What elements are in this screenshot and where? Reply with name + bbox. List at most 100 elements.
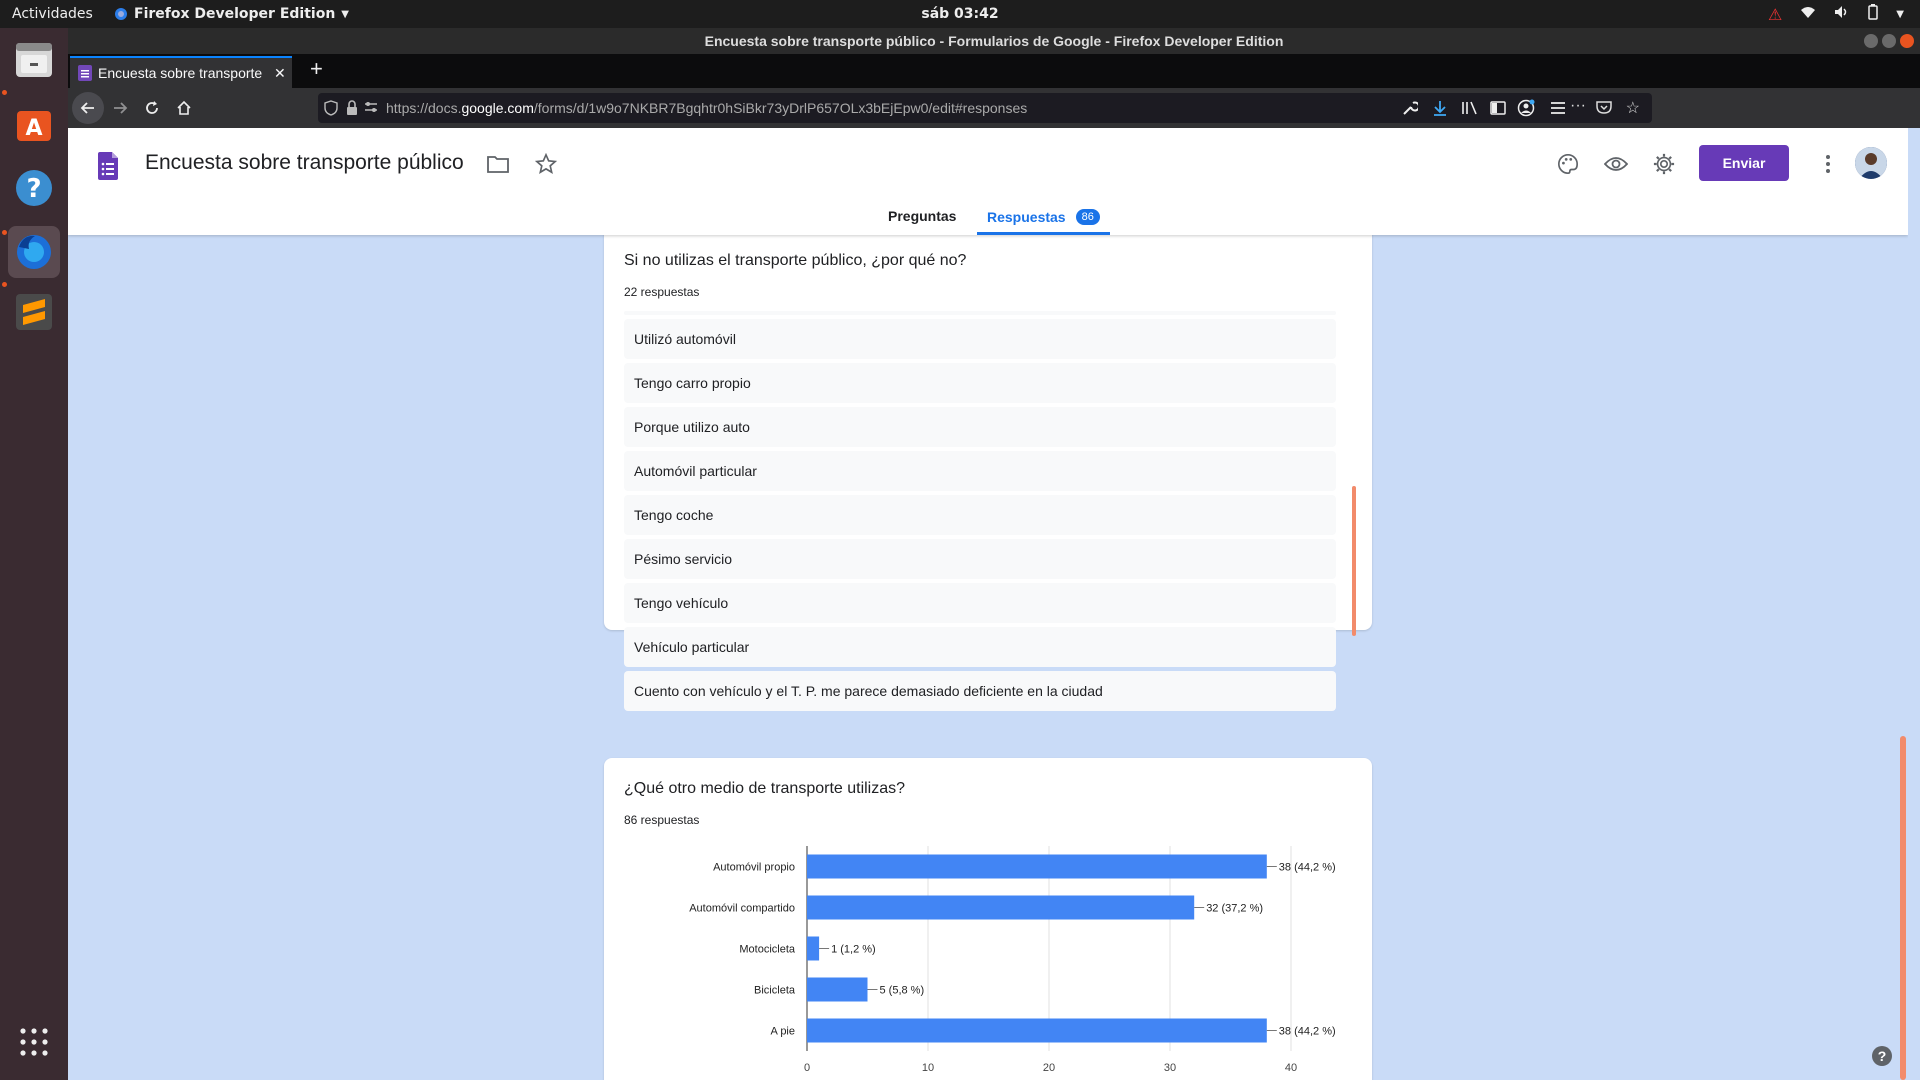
battery-icon[interactable] (1868, 4, 1879, 24)
more-options-button[interactable] (1808, 144, 1848, 184)
svg-text:A: A (25, 116, 42, 141)
pocket-icon[interactable] (1596, 100, 1612, 117)
bar-chart: 0 10 20 30 40 Automóvil propio 38 (44,2 %) Auto… (689, 846, 1336, 1074)
customize-theme-button[interactable] (1548, 144, 1588, 184)
list-item: Automóvil particular (624, 451, 1336, 491)
minimize-button[interactable] (1864, 34, 1878, 48)
url-path: /forms/d/1w9o7NKBR7Bgqhtr0hSiBkr73yDrlP6… (533, 100, 1028, 116)
window-title: Encuesta sobre transporte público - Form… (704, 33, 1284, 49)
star-button[interactable] (526, 144, 566, 184)
arrow-right-icon (114, 102, 128, 114)
hamburger-menu-icon[interactable] (1546, 96, 1570, 120)
question-title: ¿Qué otro medio de transporte utilizas? (624, 780, 906, 797)
data-label: 5 (5,8 %) (880, 985, 925, 997)
page-scrollbar[interactable] (1900, 736, 1906, 1080)
help-icon: ? (16, 170, 52, 206)
permissions-icon[interactable] (364, 100, 378, 117)
responses-count-badge: 86 (1075, 208, 1100, 225)
firefox-icon (17, 235, 51, 269)
form-title[interactable]: Encuesta sobre transporte público (145, 151, 464, 175)
dock-software[interactable]: A (8, 98, 60, 150)
dock-help[interactable]: ? (8, 162, 60, 214)
power-menu-icon[interactable]: ▼ (1896, 9, 1904, 20)
folder-icon (487, 156, 509, 173)
data-label: 32 (37,2 %) (1206, 903, 1263, 915)
account-icon[interactable] (1514, 96, 1538, 120)
new-tab-button[interactable]: + (310, 56, 323, 82)
x-tick-label: 30 (1164, 1062, 1176, 1074)
software-store-icon: A (17, 111, 51, 141)
preview-button[interactable] (1596, 144, 1636, 184)
running-indicator (2, 90, 7, 95)
bar (807, 895, 1195, 920)
x-tick-label: 40 (1285, 1062, 1297, 1074)
bar (807, 1018, 1267, 1043)
x-tick-label: 20 (1043, 1062, 1055, 1074)
web-page: Encuesta sobre transporte público Enviar… (68, 128, 1908, 1080)
devtools-wrench-icon[interactable] (1398, 96, 1422, 120)
system-tray[interactable]: ⚠ ▼ (1768, 4, 1904, 24)
list-item: Pésimo servicio (624, 539, 1336, 579)
back-button[interactable] (72, 92, 104, 124)
activities-button[interactable]: Actividades (12, 6, 93, 22)
reload-icon (146, 101, 158, 114)
close-tab-icon[interactable]: ✕ (274, 65, 286, 82)
tracking-shield-icon[interactable] (324, 100, 338, 119)
list-item (624, 311, 1336, 315)
close-window-button[interactable] (1900, 34, 1914, 48)
help-icon[interactable]: ? (1872, 1046, 1892, 1066)
category-label: Automóvil propio (713, 862, 795, 874)
bar (807, 936, 820, 961)
show-applications-button[interactable] (8, 1016, 60, 1068)
volume-icon[interactable] (1834, 5, 1850, 23)
google-forms-icon[interactable] (98, 152, 118, 185)
list-item: Vehículo particular (624, 627, 1336, 667)
list-scrollbar[interactable] (1352, 486, 1356, 636)
responses-list[interactable]: Utilizó automóvil Tengo carro propio Por… (604, 311, 1372, 711)
lock-icon[interactable] (346, 100, 358, 119)
dock: A ? (0, 28, 68, 1080)
tab-responses[interactable]: Respuestas 86 (977, 201, 1110, 235)
url-domain: google.com (461, 100, 534, 116)
data-label: 38 (44,2 %) (1279, 862, 1336, 874)
bookmark-star-icon[interactable]: ☆ (1626, 98, 1640, 118)
home-button[interactable] (172, 96, 196, 120)
list-item: Porque utilizo auto (624, 407, 1336, 447)
system-top-bar: Actividades Firefox Developer Edition ▼ … (0, 0, 1920, 28)
reload-button[interactable] (140, 96, 164, 120)
dock-sublime[interactable] (8, 286, 60, 338)
maximize-button[interactable] (1882, 34, 1896, 48)
arrow-left-icon (80, 102, 94, 114)
sidebar-toggle-icon[interactable] (1486, 96, 1510, 120)
downloads-icon[interactable] (1428, 96, 1452, 120)
dock-firefox[interactable] (8, 226, 60, 278)
response-count: 22 respuestas (624, 285, 700, 299)
eye-icon (1604, 157, 1628, 171)
question-card-text: Si no utilizas el transporte público, ¿p… (604, 216, 1372, 711)
forward-button[interactable] (108, 96, 132, 120)
library-icon[interactable] (1458, 96, 1482, 120)
wifi-icon[interactable] (1800, 5, 1816, 23)
question-card-chart: ¿Qué otro medio de transporte utilizas? … (604, 758, 1372, 1080)
warning-icon[interactable]: ⚠ (1768, 5, 1782, 24)
tab-questions[interactable]: Preguntas (888, 208, 956, 224)
tab-bar: Encuesta sobre transporte público ✕ + (68, 54, 1920, 88)
move-to-folder-button[interactable] (478, 144, 518, 184)
forms-favicon-icon (78, 65, 92, 81)
url-prefix: https://docs. (386, 100, 462, 116)
send-button[interactable]: Enviar (1699, 145, 1789, 181)
svg-text:?: ? (26, 174, 41, 204)
browser-tab[interactable]: Encuesta sobre transporte público ✕ (70, 56, 292, 88)
avatar[interactable] (1855, 147, 1887, 179)
list-item: Tengo carro propio (624, 363, 1336, 403)
dock-files[interactable] (8, 34, 60, 86)
list-item: Tengo coche (624, 495, 1336, 535)
url-text[interactable]: https://docs.google.com/forms/d/1w9o7NKB… (386, 100, 1027, 116)
file-cabinet-icon (16, 43, 52, 77)
bar (807, 977, 868, 1002)
navigation-toolbar: https://docs.google.com/forms/d/1w9o7NKB… (68, 88, 1920, 128)
window-titlebar: Encuesta sobre transporte público - Form… (68, 28, 1920, 54)
page-actions-icon[interactable]: ··· (1570, 97, 1586, 115)
app-menu[interactable]: Firefox Developer Edition ▼ (114, 6, 349, 22)
settings-button[interactable] (1644, 144, 1684, 184)
